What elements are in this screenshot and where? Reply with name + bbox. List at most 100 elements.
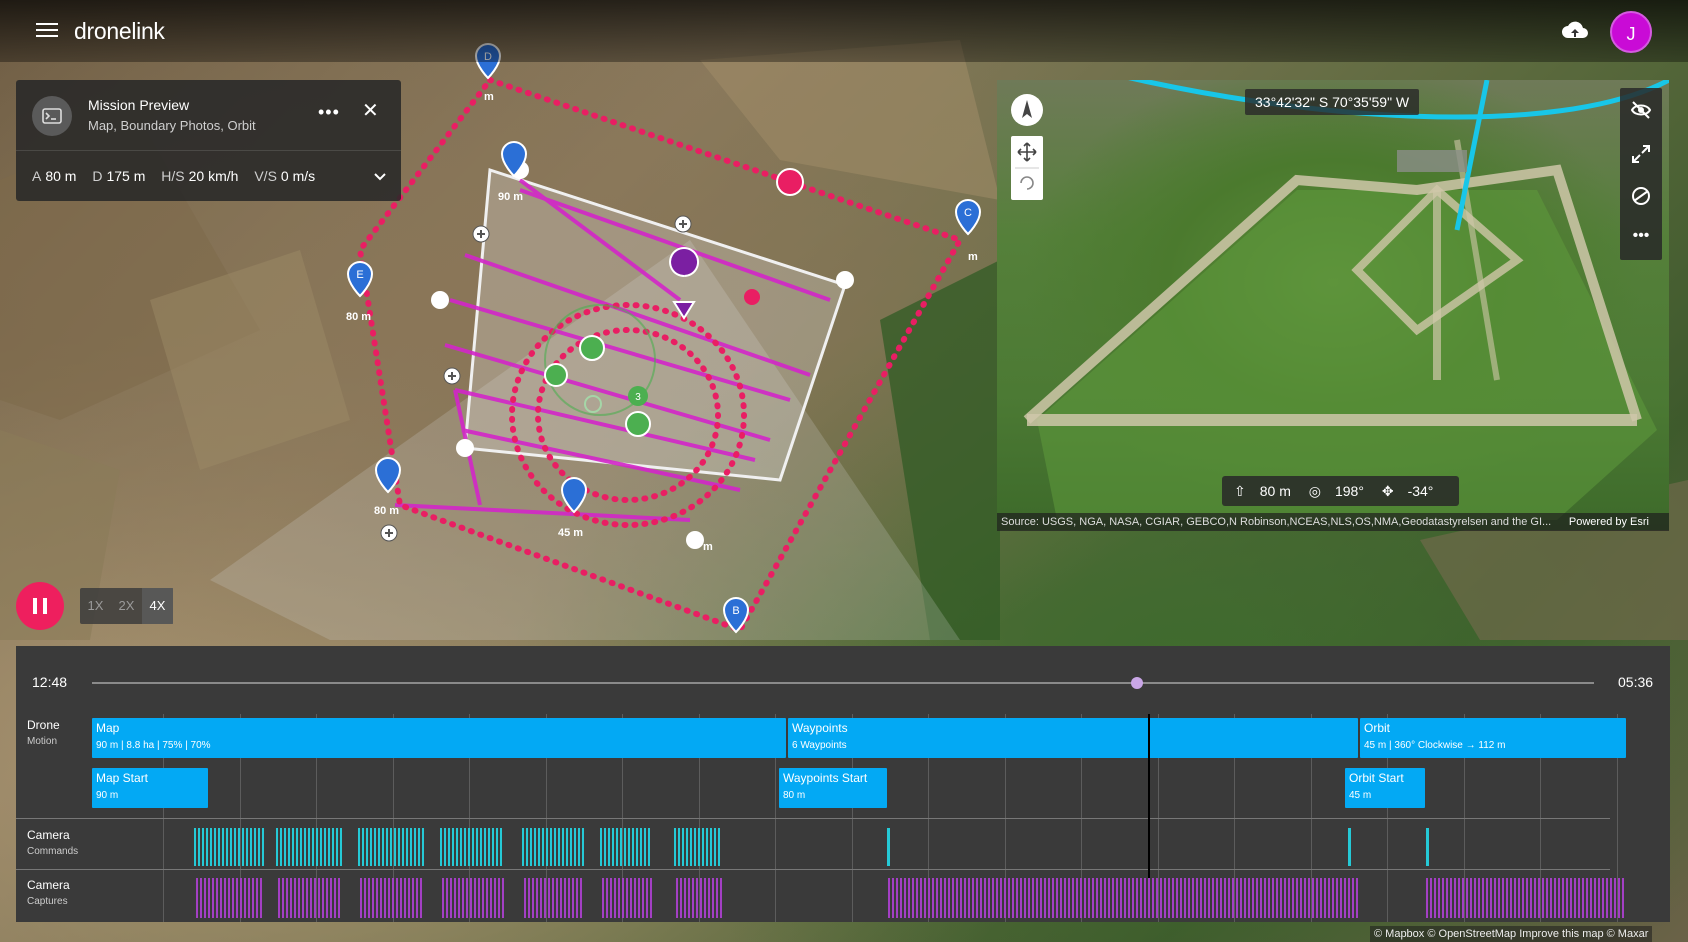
3d-preview[interactable] [997,80,1669,530]
navigation-controls [1011,136,1043,200]
segment-waypoints[interactable]: Waypoints 6 Waypoints [788,718,1358,758]
compass-icon[interactable] [1011,94,1043,126]
segment-map-start[interactable]: Map Start 90 m [92,768,208,808]
camera-capture-burst[interactable] [360,878,424,918]
timeline-panel: 12:48 05:36 Drone Motion Camera Commands C… [16,646,1670,922]
playback-speed-selector: 1X 2X 4X [80,588,173,624]
mission-title: Mission Preview [88,97,190,113]
track-separator [16,818,1610,819]
camera-capture-burst[interactable] [676,878,722,918]
fullscreen-icon[interactable] [1629,142,1653,166]
camera-command-marker[interactable] [887,828,890,866]
camera-capture-burst[interactable] [1426,878,1626,918]
segment-detail: 45 m | 360° Clockwise → 112 m [1364,740,1506,751]
mission-subtitle: Map, Boundary Photos, Orbit [88,118,256,133]
pin-label-e: E [356,269,363,281]
orbit-center-icon[interactable] [625,411,651,437]
camera-capture-burst[interactable] [524,878,584,918]
track-label-camera-captures: Camera Captures [27,878,70,907]
timeline-playhead [1148,714,1150,878]
camera-capture-burst[interactable] [196,878,264,918]
horizontal-speed-key: H/S [161,168,185,184]
altitude-icon: ⇧ [1234,483,1246,499]
brand-logo: dronelink [74,18,165,44]
segment-title: Map [96,721,120,735]
vertical-speed-value: 0 m/s [280,168,316,184]
camera-command-burst[interactable] [358,828,424,866]
segment-waypoints-start[interactable]: Waypoints Start 80 m [779,768,887,808]
time-elapsed: 12:48 [32,674,68,690]
more-icon[interactable]: ••• [1629,224,1653,248]
orbit-number: 3 [635,392,641,403]
visibility-off-icon[interactable] [1629,98,1653,122]
timeline-scrubber[interactable] [92,677,1594,689]
speed-2x[interactable]: 2X [111,588,142,624]
powered-by-esri-link[interactable]: Powered by Esri [1569,513,1649,531]
timeline-tracks: Drone Motion Camera Commands Camera Capture… [16,714,1670,922]
camera-capture-burst[interactable] [602,878,652,918]
pin-label-b: B [732,605,739,617]
camera-command-burst[interactable] [674,828,722,866]
track-subtitle: Motion [27,736,58,747]
chevron-down-icon[interactable] [372,168,388,184]
camera-command-burst[interactable] [440,828,504,866]
camera-icon[interactable] [544,363,568,387]
altitude-label: m [703,541,713,553]
speed-4x[interactable]: 4X [142,588,173,624]
track-title: Camera [27,828,70,842]
altitude-label: 45 m [558,527,583,539]
user-avatar[interactable]: J [1610,11,1652,53]
scrubber-handle[interactable] [1131,677,1144,689]
top-bar: dronelink J [0,0,1688,62]
hamburger-menu-icon[interactable] [36,20,58,40]
segment-orbit[interactable]: Orbit 45 m | 360° Clockwise → 112 m [1360,718,1626,758]
mapbox-attribution[interactable]: © Mapbox © OpenStreetMap Improve this ma… [1370,926,1653,942]
camera-capture-burst[interactable] [888,878,1360,918]
altitude-value: 80 m [45,168,77,184]
track-subtitle: Captures [27,896,68,907]
track-title: Drone [27,718,60,732]
hud-heading: 198° [1334,483,1364,499]
segment-map[interactable]: Map 90 m | 8.8 ha | 75% | 70% [92,718,786,758]
track-title: Camera [27,878,70,892]
hud-gimbal: -34° [1407,483,1434,499]
camera-command-burst[interactable] [276,828,342,866]
camera-command-burst[interactable] [600,828,652,866]
camera-icon[interactable] [579,335,605,361]
camera-capture-burst[interactable] [278,878,342,918]
pause-button[interactable] [16,582,64,630]
track-subtitle: Commands [27,846,79,857]
pan-rotate-icons[interactable] [1011,136,1043,200]
segment-title: Waypoints [792,721,848,735]
altitude-label: 80 m [374,505,399,517]
camera-command-burst[interactable] [194,828,264,866]
track-label-drone: Drone Motion [27,718,60,747]
cloud-upload-icon[interactable] [1561,18,1589,44]
horizontal-speed-value: 20 km/h [188,168,239,184]
segment-detail: 90 m | 8.8 ha | 75% | 70% [96,740,211,751]
altitude-key: A [32,168,42,184]
close-icon[interactable]: ✕ [362,98,379,123]
segment-detail: 90 m [96,790,119,801]
more-options-icon[interactable]: ••• [318,102,340,123]
waypoint-marker[interactable] [776,168,804,196]
map-boundary-area [463,167,847,482]
altitude-label: 90 m [498,191,523,203]
segment-orbit-start[interactable]: Orbit Start 45 m [1345,768,1425,808]
camera-command-marker[interactable] [1348,828,1351,866]
segment-detail: 45 m [1349,790,1372,801]
orbit-off-icon[interactable] [1629,184,1653,208]
camera-command-marker[interactable] [1426,828,1429,866]
camera-command-burst[interactable] [522,828,584,866]
altitude-label: m [484,91,494,103]
speed-1x[interactable]: 1X [80,588,111,624]
altitude-label: 80 m [346,311,371,323]
waypoint-marker[interactable] [744,289,760,305]
preview-scene [1023,80,1669,520]
camera-capture-burst[interactable] [442,878,504,918]
terminal-icon [32,96,72,136]
preview-toolbar: ••• [1620,88,1662,260]
track-label-camera-commands: Camera Commands [27,828,78,857]
segment-detail: 80 m [783,790,806,801]
gimbal-icon: ✥ [1381,483,1394,499]
